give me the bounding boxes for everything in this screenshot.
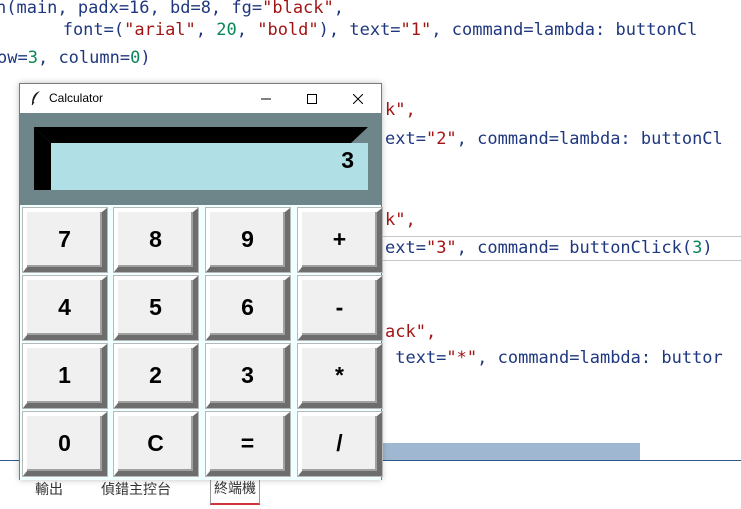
code-token: ack",	[385, 322, 437, 342]
code-line: ow=3, column=0)	[0, 47, 151, 69]
minimize-icon	[261, 98, 271, 99]
maximize-icon	[307, 93, 317, 104]
key-8-button[interactable]: 8	[114, 208, 198, 272]
code-line: text="*", command=lambda: buttor	[385, 347, 723, 369]
code-token: ), text=	[318, 20, 401, 40]
code-line: ack",	[385, 321, 436, 343]
code-token: 20	[216, 20, 237, 40]
key-7-button[interactable]: 7	[23, 208, 107, 272]
maximize-button[interactable]	[289, 84, 335, 113]
code-token: ext=	[385, 129, 426, 149]
code-token: font=(	[32, 20, 125, 40]
code-token: "1"	[400, 20, 432, 40]
code-line: k",	[385, 99, 416, 121]
code-token: ,	[333, 0, 345, 18]
horizontal-scrollbar[interactable]	[383, 443, 640, 460]
keypad: 7 8 9 +4 5 6- 1 2 3 * 0 C = /	[20, 205, 382, 480]
calculator-window: Calculator 3 7 8 9 +4 5 6-1 2 3 * 0 C = /	[19, 83, 382, 480]
key-6-button[interactable]: 6	[206, 276, 290, 340]
key-1-button[interactable]: 1	[23, 344, 107, 408]
key-equals-button[interactable]: =	[206, 412, 290, 476]
current-line-highlight	[380, 236, 741, 261]
code-token: , column=	[37, 48, 131, 68]
key-2-button[interactable]: 2	[114, 344, 198, 408]
code-token: 3	[27, 48, 38, 68]
tab-output[interactable]: 輸出	[35, 479, 63, 499]
code-token: , command=lambda: buttonCl	[431, 20, 698, 40]
code-token: "2"	[425, 129, 457, 149]
key-0-button[interactable]: 0	[23, 412, 107, 476]
code-token: text=	[385, 348, 447, 368]
code-line: font=("arial", 20, "bold"), text="1", co…	[32, 19, 698, 41]
close-icon	[353, 93, 363, 104]
code-token: k",	[385, 100, 416, 120]
code-token: "bold"	[257, 20, 319, 40]
code-token: , command=lambda: buttonCl	[456, 129, 723, 149]
code-token: )	[140, 48, 151, 68]
feather-icon	[31, 91, 40, 106]
display-value: 3	[341, 147, 354, 173]
code-token: 0	[130, 48, 141, 68]
code-token: n(main, padx=16, bd=8, fg=	[0, 0, 263, 18]
code-token: "black"	[262, 0, 334, 18]
tab-debug-console[interactable]: 偵錯主控台	[101, 479, 171, 499]
code-token: "*"	[446, 348, 478, 368]
code-line: ext="2", command=lambda: buttonCl	[385, 128, 723, 150]
code-token: ,	[195, 20, 217, 40]
display-screen: 3	[51, 143, 368, 190]
code-token: ,	[236, 20, 258, 40]
key-5-button[interactable]: 5	[114, 276, 198, 340]
key-4-button[interactable]: 4	[23, 276, 107, 340]
code-token: , command=lambda: buttor	[477, 348, 723, 368]
key-divide-button[interactable]: /	[298, 412, 382, 476]
code-line: n(main, padx=16, bd=8, fg="black",	[0, 0, 344, 19]
code-token: "arial"	[124, 20, 196, 40]
code-token: k",	[385, 210, 416, 230]
close-button[interactable]	[335, 84, 381, 113]
display-bevel: 3	[34, 127, 368, 190]
key-clear-button[interactable]: C	[114, 412, 198, 476]
minimize-button[interactable]	[243, 84, 289, 113]
key-minus-button[interactable]: -	[298, 276, 382, 340]
key-9-button[interactable]: 9	[206, 208, 290, 272]
key-plus-button[interactable]: +	[298, 208, 382, 272]
key-multiply-button[interactable]: *	[298, 344, 382, 408]
code-token: ow=	[0, 48, 28, 68]
tab-terminal[interactable]: 終端機	[210, 477, 260, 505]
title-bar[interactable]: Calculator	[20, 84, 381, 113]
window-title: Calculator	[49, 91, 104, 105]
code-line: k",	[385, 209, 416, 231]
display-frame: 3	[20, 113, 381, 208]
key-3-button[interactable]: 3	[206, 344, 290, 408]
